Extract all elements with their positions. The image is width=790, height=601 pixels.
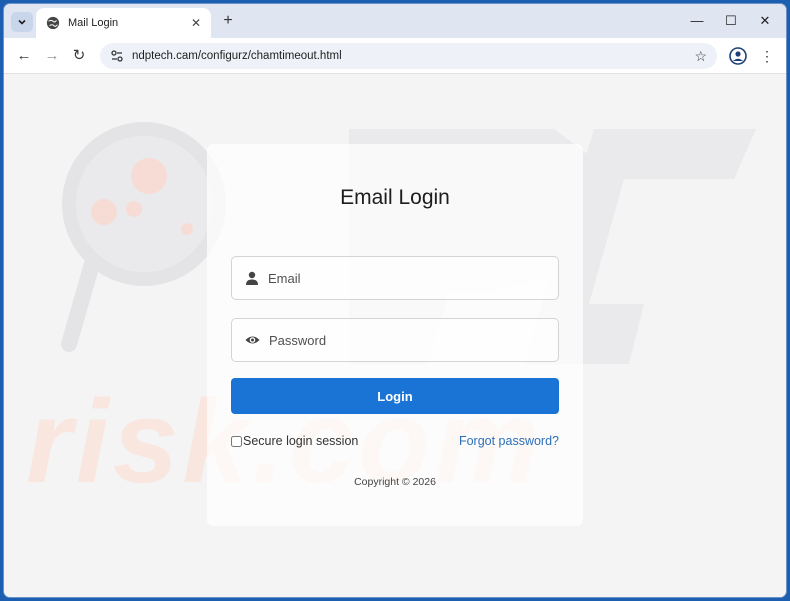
browser-toolbar: ← → ↻ ndptech.cam/configurz/chamtimeout.… <box>4 38 786 74</box>
eye-icon[interactable] <box>244 332 261 348</box>
tab-strip: Mail Login ✕ + — ☐ ✕ <box>4 4 786 38</box>
forward-button[interactable]: → <box>42 46 62 66</box>
maximize-button[interactable]: ☐ <box>721 12 741 30</box>
tab-title: Mail Login <box>68 17 119 29</box>
tab-mail-login[interactable]: Mail Login ✕ <box>36 8 211 38</box>
email-input[interactable] <box>268 270 558 286</box>
url-text: ndptech.cam/configurz/chamtimeout.html <box>132 50 342 62</box>
browser-window: Mail Login ✕ + — ☐ ✕ ← → ↻ ndptech.cam/c… <box>4 4 786 597</box>
back-button[interactable]: ← <box>14 46 34 66</box>
close-tab-icon[interactable]: ✕ <box>191 16 201 30</box>
forgot-password-link[interactable]: Forgot password? <box>459 434 559 448</box>
login-title: Email Login <box>340 186 450 209</box>
globe-icon <box>46 16 60 30</box>
login-card: Email Login Login Secure logi <box>207 144 583 526</box>
menu-icon[interactable]: ⋮ <box>760 46 774 66</box>
user-icon <box>246 271 258 285</box>
email-field[interactable] <box>231 256 559 300</box>
login-button[interactable]: Login <box>231 378 559 414</box>
page-content: risk.com Email Login Login <box>4 74 786 597</box>
chevron-down-icon <box>18 19 26 25</box>
close-window-button[interactable]: ✕ <box>755 12 775 30</box>
profile-icon[interactable] <box>729 47 747 65</box>
new-tab-button[interactable]: + <box>219 12 237 30</box>
copyright-text: Copyright © 2026 <box>354 476 436 488</box>
password-field[interactable] <box>231 318 559 362</box>
minimize-button[interactable]: — <box>687 12 707 30</box>
remember-session[interactable]: Secure login session <box>231 434 358 448</box>
tab-search-button[interactable] <box>11 12 33 32</box>
address-bar[interactable]: ndptech.cam/configurz/chamtimeout.html ☆ <box>100 43 717 69</box>
secure-session-label: Secure login session <box>243 434 359 448</box>
password-input[interactable] <box>269 332 558 348</box>
reload-button[interactable]: ↻ <box>69 46 89 66</box>
site-info-icon[interactable] <box>110 49 124 63</box>
bookmark-star-icon[interactable]: ☆ <box>694 48 707 65</box>
secure-session-checkbox[interactable] <box>231 435 242 447</box>
